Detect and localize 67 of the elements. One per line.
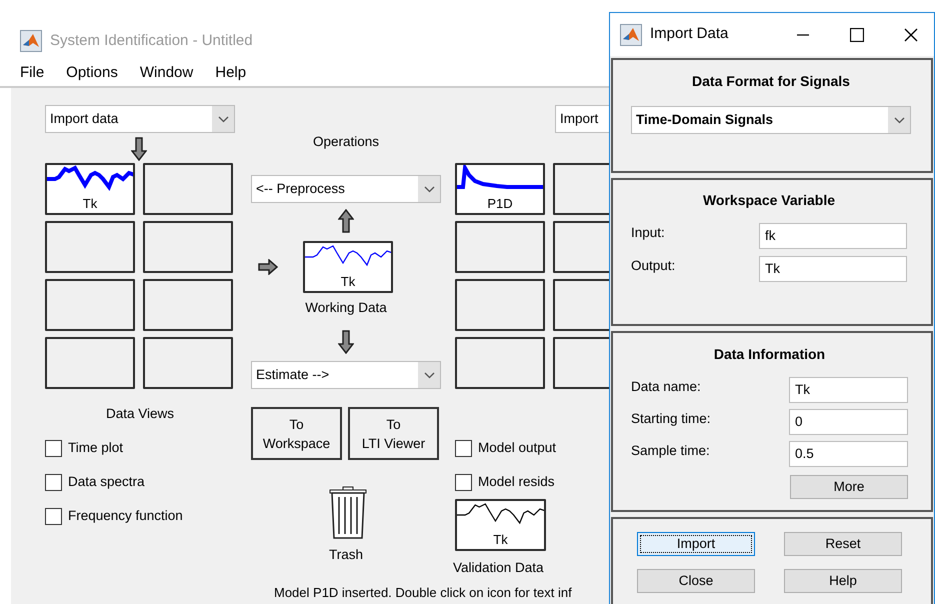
app-icon — [620, 24, 642, 46]
menu-item[interactable]: File — [20, 62, 66, 86]
field-label: Data name: — [631, 378, 702, 396]
input-field[interactable]: 0.5 — [789, 441, 908, 467]
section-title: Data Views — [104, 405, 176, 422]
close-icon — [904, 28, 918, 42]
arrow-up-icon — [338, 209, 354, 233]
menu-item[interactable]: Options — [66, 62, 140, 86]
more-button[interactable]: More — [790, 475, 908, 499]
section-title: Working Data — [304, 299, 388, 316]
model-plot-thumbnail[interactable]: P1D — [455, 163, 545, 215]
input-field[interactable]: Tk — [789, 377, 908, 403]
menu-item[interactable]: Help — [215, 62, 268, 86]
action-button[interactable]: To LTI Viewer — [348, 407, 439, 460]
trash-label: Trash — [328, 546, 363, 563]
dropdown[interactable]: <-- Preprocess — [251, 175, 441, 203]
dialog-title: Import Data — [650, 24, 730, 44]
window-title: System Identification - Untitled — [50, 31, 253, 51]
dialog-button[interactable]: Close — [637, 569, 755, 593]
field-label: Output: — [631, 257, 676, 275]
checkbox-label: Model output — [478, 438, 556, 457]
chevron-down-icon — [218, 116, 228, 122]
plot-label: Tk — [492, 532, 509, 548]
status-message: Model P1D inserted. Double click on icon for text inf — [274, 584, 572, 602]
panel-title: Workspace Variable — [702, 192, 836, 209]
dialog-button[interactable]: Import — [637, 532, 755, 556]
arrow-right-icon — [258, 259, 278, 275]
checkbox[interactable] — [45, 474, 62, 490]
section-title: Validation Data — [453, 559, 544, 576]
checkbox-label: Model resids — [478, 472, 555, 491]
chevron-down-icon — [424, 186, 434, 192]
dropdown[interactable]: Estimate --> — [251, 361, 441, 389]
checkbox[interactable] — [455, 474, 472, 490]
field-label: Sample time: — [631, 442, 711, 460]
checkbox-label: Frequency function — [68, 506, 183, 525]
panel-title: Data Format for Signals — [691, 73, 851, 90]
trash-icon[interactable] — [328, 486, 368, 540]
input-field[interactable]: fk — [759, 223, 907, 249]
input-field[interactable]: 0 — [789, 409, 908, 435]
field-label: Input: — [631, 224, 666, 242]
checkbox[interactable] — [45, 440, 62, 456]
arrow-down-icon — [338, 330, 354, 354]
input-field[interactable]: Tk — [759, 256, 907, 282]
section-title: Operations — [312, 133, 380, 150]
working-data-plot[interactable]: Tk — [303, 241, 393, 293]
dropdown[interactable]: Import data — [45, 105, 235, 133]
data-plot-thumbnail[interactable]: Tk — [45, 163, 135, 215]
app-icon — [20, 30, 42, 52]
field-label: Starting time: — [631, 410, 712, 428]
menu-item[interactable]: Window — [140, 62, 216, 86]
checkbox-label: Time plot — [68, 438, 124, 457]
arrow-down-icon — [131, 137, 147, 161]
action-button[interactable]: To Workspace — [251, 407, 342, 460]
panel-title: Data Information — [712, 346, 826, 363]
plot-label: Tk — [82, 196, 98, 212]
dropdown[interactable]: Time-Domain Signals — [631, 106, 911, 134]
validation-data-plot[interactable]: Tk — [455, 499, 546, 551]
checkbox-label: Data spectra — [68, 472, 145, 491]
checkbox[interactable] — [45, 508, 62, 524]
chevron-down-icon — [424, 372, 434, 378]
plot-label: Tk — [340, 274, 356, 290]
dialog-button[interactable]: Reset — [784, 532, 902, 556]
maximize-icon — [850, 28, 864, 42]
checkbox[interactable] — [455, 440, 472, 456]
chevron-down-icon — [894, 116, 904, 124]
dialog-button[interactable]: Help — [784, 569, 902, 593]
plot-label: P1D — [486, 196, 514, 212]
